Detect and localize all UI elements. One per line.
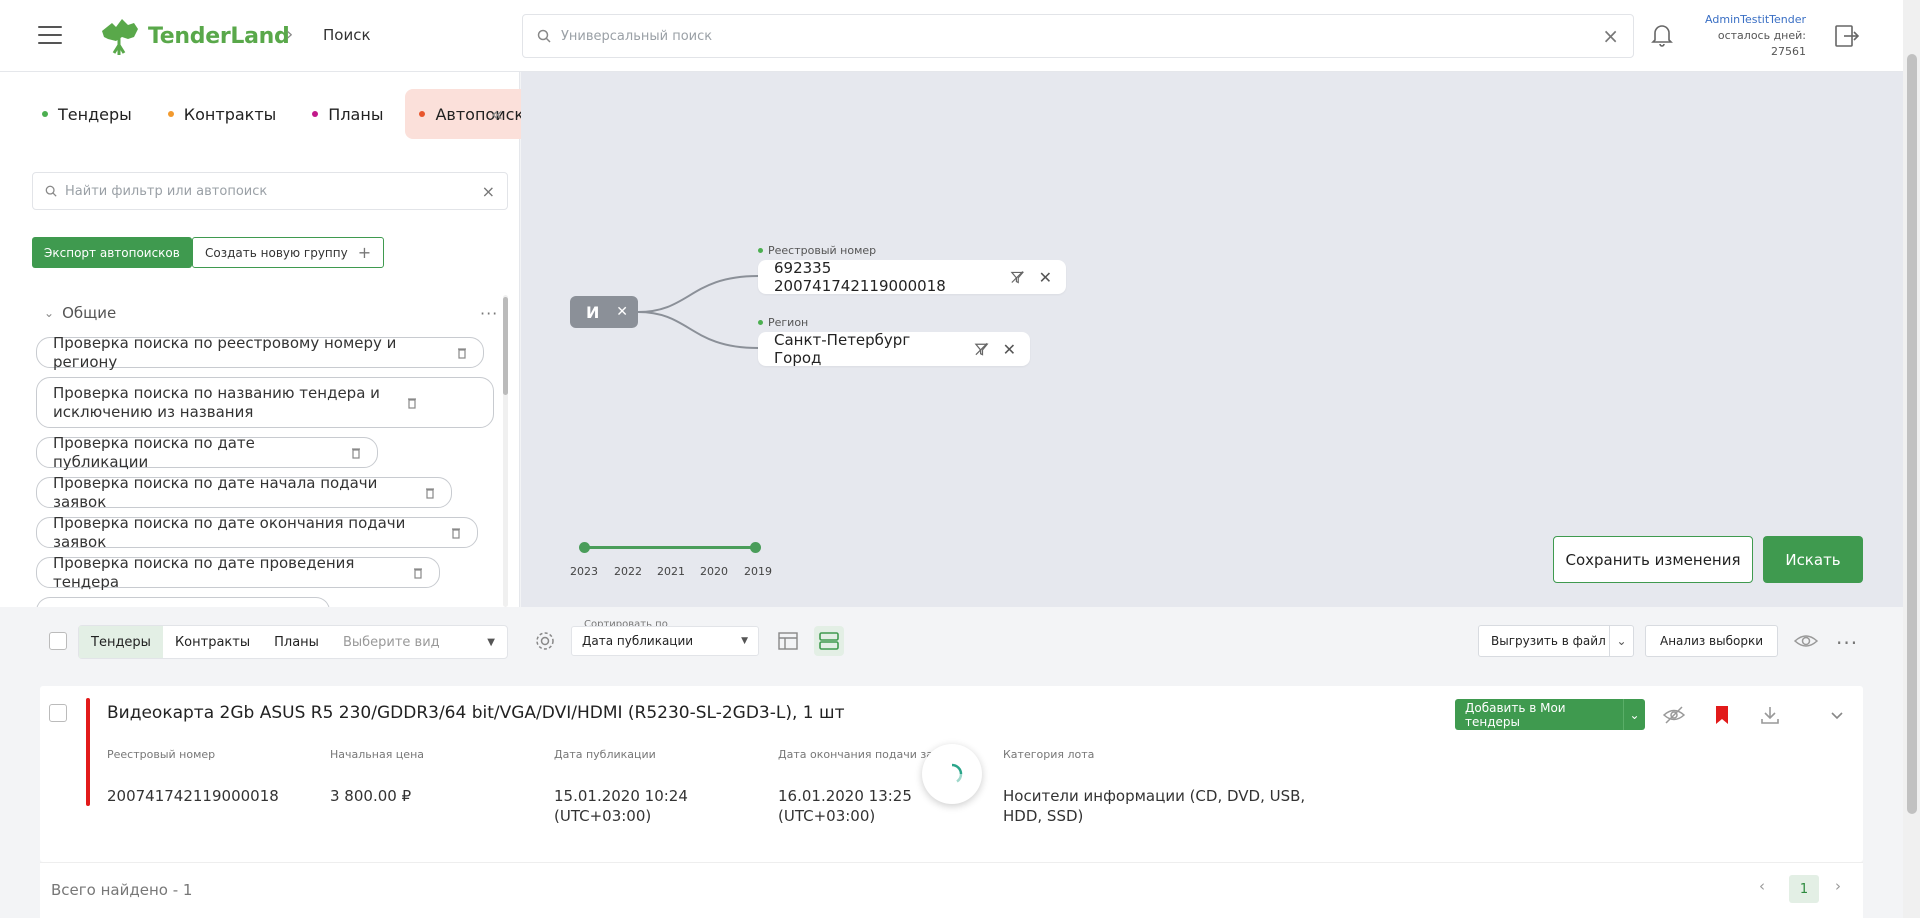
search-icon (537, 29, 551, 43)
prev-page-icon[interactable]: ‹ (1759, 877, 1765, 895)
breadcrumb[interactable]: Поиск (323, 26, 371, 44)
spinner-icon (951, 763, 963, 783)
card-view-icon (819, 632, 839, 650)
loading-spinner (922, 744, 982, 804)
field-label: Начальная цена (330, 748, 424, 761)
tender-title[interactable]: Видеокарта 2Gb ASUS R5 230/GDDR3/64 bit/… (107, 703, 844, 723)
results-footer: Всего найдено - 1 ‹ 1 › (40, 862, 1863, 918)
initial-price-value: 3 800.00 ₽ (330, 787, 412, 805)
search-button[interactable]: Искать (1763, 536, 1863, 583)
total-found: Всего найдено - 1 (51, 881, 193, 899)
chevron-down-icon[interactable]: ⌄ (1609, 626, 1633, 656)
condition-region[interactable]: Санкт-Петербург Город ✕ (758, 331, 1030, 367)
bookmark-icon[interactable] (1711, 704, 1733, 726)
top-header: TenderLand › Поиск Универсальный поиск ×… (0, 0, 1903, 72)
deadline-date-value: 16.01.2020 13:25 (UTC+03:00) (778, 787, 912, 825)
tab-contracts[interactable]: Контракты (163, 626, 262, 658)
eye-icon[interactable] (1794, 631, 1818, 651)
timeline-year: 2020 (700, 565, 728, 578)
add-to-my-tenders-label: Добавить в Мои тендеры (1465, 700, 1566, 729)
registry-number-value[interactable]: 200741742119000018 (107, 786, 279, 806)
condition-label: Реестровый номер (758, 244, 876, 257)
field-label: Дата публикации (554, 748, 656, 761)
lot-category-value: Носители информации (CD, DVD, USB, HDD, … (1003, 787, 1306, 825)
status-dot (758, 248, 763, 253)
timeline-year: 2022 (614, 565, 642, 578)
filter-off-icon[interactable] (1010, 269, 1025, 285)
chevron-down-icon[interactable]: ⌄ (1623, 699, 1645, 730)
page-scroll-thumb[interactable] (1907, 54, 1917, 814)
caret-down-icon: ▼ (741, 636, 748, 646)
condition-label: Регион (758, 316, 808, 329)
tab-plans[interactable]: Планы (262, 626, 331, 658)
gear-icon[interactable] (534, 630, 556, 652)
bell-icon[interactable] (1650, 22, 1674, 48)
user-info[interactable]: AdminTestitTender осталось дней: 27561 (1680, 12, 1806, 60)
status-dot (758, 320, 763, 325)
download-icon[interactable] (1759, 704, 1781, 726)
export-to-file-button[interactable]: Выгрузить в файл ⌄ (1478, 625, 1634, 657)
export-to-file-label: Выгрузить в файл (1491, 634, 1606, 648)
condition-label-text: Реестровый номер (768, 244, 877, 257)
operator-label: И (586, 302, 600, 322)
table-view-icon (778, 632, 798, 650)
sort-select[interactable]: Дата публикации ▼ (571, 626, 759, 656)
page-button-current[interactable]: 1 (1789, 875, 1819, 903)
timeline-year: 2021 (657, 565, 685, 578)
field-label: Категория лота (1003, 748, 1095, 761)
next-page-icon[interactable]: › (1835, 877, 1841, 895)
view-select-placeholder: Выберите вид (342, 634, 440, 650)
select-all-checkbox[interactable] (49, 632, 67, 650)
clear-search-icon[interactable]: × (1602, 24, 1619, 48)
filter-off-icon[interactable] (974, 341, 989, 357)
timeline-year: 2019 (744, 565, 772, 578)
condition-registry-number[interactable]: 692335 200741742119000018 ✕ (758, 259, 1066, 295)
condition-value: Санкт-Петербург Город (774, 331, 911, 367)
menu-icon[interactable] (38, 26, 62, 44)
logout-icon[interactable] (1834, 24, 1860, 48)
chevron-right-icon: › (286, 24, 294, 45)
search-input[interactable]: Универсальный поиск (561, 29, 1602, 44)
table-view-button[interactable] (773, 626, 803, 656)
expand-icon[interactable] (1826, 704, 1848, 726)
history-timeline[interactable] (579, 542, 761, 553)
condition-value: 692335 200741742119000018 (774, 259, 946, 295)
card-view-button[interactable] (814, 626, 844, 656)
field-label: Реестровый номер (107, 748, 216, 761)
user-name[interactable]: AdminTestitTender (1680, 12, 1806, 28)
hide-icon[interactable] (1663, 704, 1685, 726)
status-indicator (86, 698, 90, 806)
view-select[interactable]: Выберите вид ▼ (331, 626, 507, 658)
condition-label-text: Регион (768, 316, 809, 329)
sort-value: Дата публикации (582, 634, 694, 648)
caret-down-icon: ▼ (487, 636, 495, 648)
save-changes-button[interactable]: Сохранить изменения (1553, 536, 1753, 583)
brand-name: TenderLand (148, 23, 290, 49)
publication-date-value: 15.01.2020 10:24 (UTC+03:00) (554, 787, 688, 825)
and-operator-node[interactable]: И ✕ (570, 296, 638, 328)
tree-logo-icon (102, 19, 138, 55)
timeline-year: 2023 (570, 565, 598, 578)
result-type-switch: Тендеры Контракты Планы Выберите вид ▼ (78, 625, 508, 659)
more-icon[interactable]: ··· (1836, 631, 1858, 655)
add-to-my-tenders-button[interactable]: Добавить в Мои тендеры ⌄ (1455, 699, 1645, 730)
days-left-label: осталось дней: (1717, 29, 1806, 42)
remove-operator-icon[interactable]: ✕ (616, 304, 628, 320)
remove-condition-icon[interactable]: ✕ (1003, 340, 1016, 359)
remove-condition-icon[interactable]: ✕ (1039, 268, 1052, 287)
selection-analysis-button[interactable]: Анализ выборки (1645, 625, 1778, 657)
universal-search[interactable]: Универсальный поиск × (522, 14, 1634, 58)
logo[interactable]: TenderLand (98, 16, 290, 56)
tab-tenders[interactable]: Тендеры (79, 626, 163, 658)
tender-checkbox[interactable] (49, 704, 67, 722)
timeline-end-handle[interactable] (750, 542, 761, 553)
days-left-value: 27561 (1771, 45, 1806, 58)
timeline-start-handle[interactable] (579, 542, 590, 553)
